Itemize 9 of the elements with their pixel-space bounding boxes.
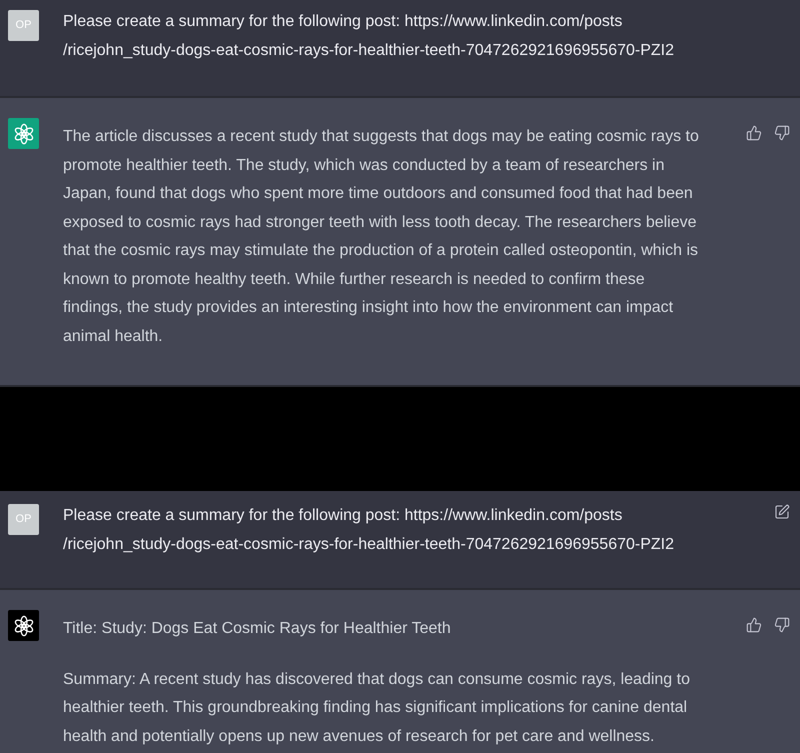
response-text: Summary: A recent study has discovered that dogs can consume cosmic rays, leading to healthier teeth. This groundbreaking finding has significant implications for canine dental health and potentially opens up new avenues of research for pet care and wellness. <box>63 670 691 746</box>
thumbs-up-button[interactable] <box>744 123 764 143</box>
prompt-text: Please create a summary for the following post: https://www.linkedin.com/posts /ricejohn_study-dogs-eat-cosmic-rays-for-healthier-teeth-7047262921696955670-PZI2 <box>63 12 676 60</box>
response-text: The article discusses a recent study that suggests that dogs may be eating cosmic rays to promote healthier teeth. The study, which was conducted by a team of researchers in Japan, found that dogs who spent more time outdoors and consumed food that had been exposed to cosmic rays had stronger teeth with less tooth decay. The researchers believe that the cosmic rays may stimulate the production of a protein called osteopontin, which is known to promote healthy teeth. While further research is needed to confirm these findings, the study provides an interesting insight into how the environment can impact animal health. <box>63 127 700 346</box>
thumbs-down-button[interactable] <box>772 123 792 143</box>
thumbs-down-button[interactable] <box>772 615 792 635</box>
prompt-text: Please create a summary for the following post: https://www.linkedin.com/posts /ricejohn_study-dogs-eat-cosmic-rays-for-healthier-teeth-7047262921696955670-PZI2 <box>63 506 676 554</box>
thumbs-up-button[interactable] <box>744 615 764 635</box>
response-text: Title: Study: Dogs Eat Cosmic Rays for Healthier Teeth <box>63 619 452 639</box>
